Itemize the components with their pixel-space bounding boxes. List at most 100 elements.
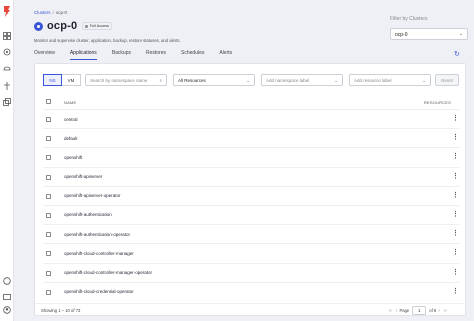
cluster-filter-select[interactable]: ocp-0 ⌄ bbox=[390, 28, 468, 40]
cluster-icon bbox=[34, 21, 43, 31]
namespace-search-input[interactable]: Search by namespace name ⌕ bbox=[85, 74, 167, 86]
table-row[interactable]: central ⋮ bbox=[43, 109, 459, 128]
user-icon[interactable] bbox=[3, 306, 11, 314]
namespace-name: openshift-authentication-operator bbox=[64, 231, 131, 237]
main-content: Clusters / ocp-0 ocp-0 Full Access Monitor… bbox=[30, 6, 470, 316]
applications-panel: NS VM Search by namespace name ⌕ All Reso… bbox=[34, 63, 467, 316]
kebab-menu-icon[interactable]: ⋮ bbox=[452, 172, 459, 180]
table-row[interactable]: openshift-cloud-credential-operator ⋮ bbox=[43, 281, 459, 301]
table-row[interactable]: openshift-authentication-operator ⋮ bbox=[43, 224, 459, 243]
row-checkbox[interactable] bbox=[46, 193, 51, 199]
namespace-name: openshift-cloud-controller-manager bbox=[64, 250, 134, 256]
row-checkbox[interactable] bbox=[46, 136, 51, 142]
row-checkbox[interactable] bbox=[46, 212, 51, 218]
namespace-search-placeholder: Search by namespace name bbox=[90, 78, 148, 83]
page-number-input[interactable]: 1 bbox=[412, 306, 427, 315]
kebab-menu-icon[interactable]: ⋮ bbox=[452, 133, 459, 141]
select-all-checkbox[interactable] bbox=[46, 99, 51, 104]
first-page-icon[interactable]: « bbox=[389, 308, 392, 314]
tab-restores[interactable]: Restores bbox=[146, 50, 166, 60]
tab-schedules[interactable]: Schedules bbox=[181, 50, 204, 60]
copy-icon[interactable] bbox=[3, 98, 11, 106]
refresh-icon[interactable]: ↻ bbox=[454, 50, 460, 58]
breadcrumb-separator: / bbox=[52, 10, 54, 15]
tab-bar: Overview Applications Backups Restores S… bbox=[34, 50, 247, 60]
table-row[interactable]: openshift-cloud-controller-manager-opera… bbox=[43, 262, 459, 282]
row-checkbox[interactable] bbox=[46, 174, 51, 180]
chevron-down-icon: ⌄ bbox=[334, 77, 338, 83]
resources-select-value: All Resources bbox=[178, 78, 206, 83]
access-badge-label: Full Access bbox=[89, 24, 110, 28]
ns-vm-toggle: NS VM bbox=[43, 74, 81, 86]
chevron-down-icon: ⌄ bbox=[458, 31, 463, 37]
breadcrumb: Clusters / ocp-0 bbox=[34, 10, 67, 15]
vm-toggle-button[interactable]: VM bbox=[62, 74, 81, 86]
page-label: Page bbox=[399, 308, 410, 313]
breadcrumb-current: ocp-0 bbox=[55, 10, 68, 15]
tab-overview[interactable]: Overview bbox=[34, 50, 55, 60]
row-checkbox[interactable] bbox=[46, 270, 51, 276]
kebab-menu-icon[interactable]: ⋮ bbox=[452, 268, 459, 276]
filter-label: Filter by Clusters bbox=[390, 16, 428, 22]
namespace-label-input[interactable]: Add namespace label ⌄ bbox=[261, 74, 343, 86]
column-header-name: NAME bbox=[64, 99, 77, 105]
kebab-menu-icon[interactable]: ⋮ bbox=[452, 248, 459, 256]
network-icon[interactable] bbox=[3, 82, 11, 90]
tab-alerts[interactable]: Alerts bbox=[219, 50, 232, 60]
kebab-menu-icon[interactable]: ⋮ bbox=[452, 210, 459, 218]
table-header: NAME RESOURCES bbox=[43, 97, 459, 107]
help-icon[interactable] bbox=[3, 277, 11, 285]
row-checkbox[interactable] bbox=[46, 232, 51, 238]
backup-icon[interactable] bbox=[3, 65, 11, 73]
kebab-menu-icon[interactable]: ⋮ bbox=[452, 152, 459, 160]
lock-icon bbox=[85, 24, 89, 28]
kebab-menu-icon[interactable]: ⋮ bbox=[452, 229, 459, 237]
namespace-name: openshift-apiserver bbox=[64, 174, 103, 180]
settings-icon[interactable] bbox=[3, 293, 11, 301]
table-row[interactable]: openshift-cloud-controller-manager ⋮ bbox=[43, 243, 459, 262]
kebab-menu-icon[interactable]: ⋮ bbox=[452, 191, 459, 199]
row-checkbox[interactable] bbox=[46, 117, 51, 122]
reset-button[interactable]: Reset bbox=[435, 74, 459, 86]
column-header-resources: RESOURCES bbox=[423, 99, 451, 105]
resources-select[interactable]: All Resources ⌄ bbox=[173, 74, 255, 86]
ns-toggle-button[interactable]: NS bbox=[43, 74, 62, 86]
row-checkbox[interactable] bbox=[46, 251, 51, 257]
resource-label-placeholder: Add resource label bbox=[354, 78, 392, 83]
table-row[interactable]: openshift-authentication ⋮ bbox=[43, 204, 459, 224]
access-badge: Full Access bbox=[82, 22, 113, 30]
page-description: Monitor and supervise cluster, applicati… bbox=[34, 38, 181, 43]
namespace-name: central bbox=[64, 116, 78, 122]
table-row[interactable]: default ⋮ bbox=[43, 128, 459, 147]
namespace-name: openshift-cloud-credential-operator bbox=[64, 289, 134, 295]
pagination-controls: « ‹ Page 1 of 8 › » bbox=[387, 306, 449, 315]
row-checkbox[interactable] bbox=[46, 289, 51, 295]
page-title: ocp-0 bbox=[47, 20, 78, 32]
chevron-down-icon: ⌄ bbox=[422, 77, 426, 83]
resource-label-input[interactable]: Add resource label ⌄ bbox=[349, 74, 431, 86]
namespace-name: default bbox=[64, 135, 78, 141]
tab-backups[interactable]: Backups bbox=[112, 50, 131, 60]
breadcrumb-clusters-link[interactable]: Clusters bbox=[34, 10, 51, 15]
last-page-icon[interactable]: » bbox=[444, 308, 447, 314]
brand-logo-icon[interactable] bbox=[3, 4, 11, 22]
pagination-summary: Showing 1 – 10 of 73 bbox=[41, 308, 81, 313]
page-header: ocp-0 Full Access bbox=[34, 19, 113, 33]
table-row[interactable]: openshift-apiserver ⋮ bbox=[43, 166, 459, 186]
prev-page-icon[interactable]: ‹ bbox=[396, 308, 398, 314]
tab-applications[interactable]: Applications bbox=[69, 50, 97, 60]
kebab-menu-icon[interactable]: ⋮ bbox=[452, 287, 459, 295]
row-checkbox[interactable] bbox=[46, 155, 51, 161]
next-page-icon[interactable]: › bbox=[438, 308, 440, 314]
clusters-icon[interactable] bbox=[3, 48, 11, 56]
kebab-menu-icon[interactable]: ⋮ bbox=[452, 114, 459, 122]
chevron-down-icon: ⌄ bbox=[246, 77, 250, 83]
namespace-name: openshift bbox=[64, 154, 83, 160]
search-icon: ⌕ bbox=[159, 77, 162, 83]
dashboard-icon[interactable] bbox=[3, 32, 11, 40]
table-row[interactable]: openshift-apiserver-operator ⋮ bbox=[43, 185, 459, 205]
left-nav-rail bbox=[0, 0, 14, 321]
table-row[interactable]: openshift ⋮ bbox=[43, 147, 459, 166]
table-body: central ⋮ default ⋮ openshift ⋮ openshift-a… bbox=[43, 109, 459, 301]
namespace-name: openshift-cloud-controller-manager-opera… bbox=[64, 270, 153, 275]
